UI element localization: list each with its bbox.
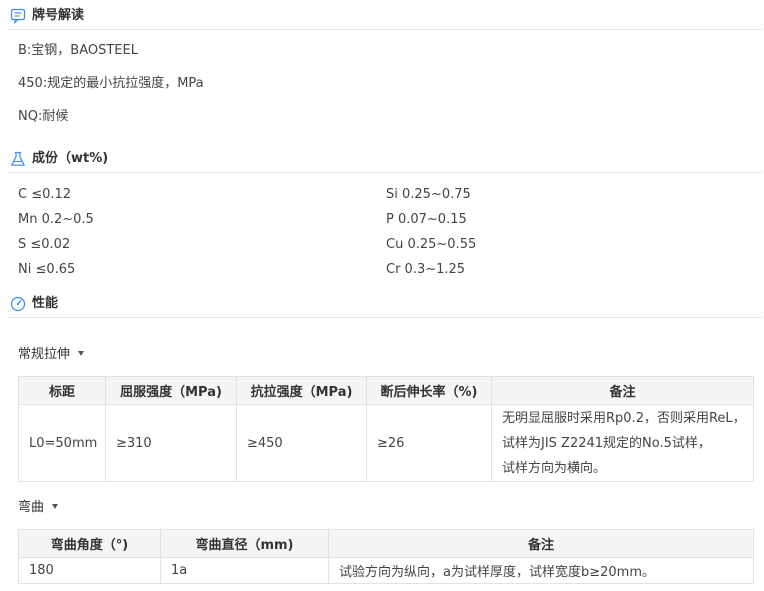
bending-cell-note: 试验方向为纵向，a为试样厚度，试样宽度b≥20mm。 — [328, 557, 754, 584]
bending-cell-angle: 180 — [18, 557, 161, 584]
bending-table: 弯曲角度（°) 弯曲直径（mm) 备注 180 1a 试验方向为纵向，a为试样厚… — [18, 529, 754, 584]
tensile-header-row: 标距 屈服强度（MPa) 抗拉强度（MPa) 断后伸长率（%) 备注 — [18, 376, 754, 405]
composition-s: S ≤0.02 — [18, 237, 71, 252]
section-properties-header: 性能 — [8, 296, 762, 318]
gauge-icon — [10, 296, 26, 312]
composition-c: C ≤0.12 — [18, 187, 72, 202]
tensile-note-line: 试样为JIS Z2241规定的No.5试样， — [502, 435, 711, 451]
table-row: 180 1a 试验方向为纵向，a为试样厚度，试样宽度b≥20mm。 — [18, 557, 754, 584]
caret-down-icon — [52, 504, 59, 509]
composition-cu: Cu 0.25~0.55 — [386, 237, 477, 252]
bending-header-diameter: 弯曲直径（mm) — [160, 529, 329, 558]
section-grade-title: 牌号解读 — [32, 8, 85, 23]
tensile-label: 常规拉伸 — [18, 347, 71, 362]
section-grade-header: 牌号解读 — [8, 8, 762, 30]
tensile-header-note: 备注 — [491, 376, 754, 405]
grade-line-strength: 450:规定的最小抗拉强度，MPa — [18, 76, 204, 91]
flask-icon — [11, 151, 25, 166]
composition-p: P 0.07~0.15 — [386, 212, 467, 227]
tensile-table: 标距 屈服强度（MPa) 抗拉强度（MPa) 断后伸长率（%) 备注 L0=50… — [18, 376, 754, 482]
tensile-toggle[interactable]: 常规拉伸 — [18, 347, 85, 363]
bending-header-angle: 弯曲角度（°) — [18, 529, 161, 558]
bending-header-note: 备注 — [328, 529, 754, 558]
section-composition-title: 成份（wt%) — [32, 151, 109, 166]
grade-line-brand: B:宝钢，BAOSTEEL — [18, 43, 138, 58]
tensile-cell-tensile: ≥450 — [236, 404, 367, 482]
caret-down-icon — [78, 351, 85, 356]
section-properties-title: 性能 — [32, 296, 59, 311]
tensile-cell-gauge: L0=50mm — [18, 404, 106, 482]
grade-line-weathering: NQ:耐候 — [18, 109, 69, 124]
tensile-header-tensile: 抗拉强度（MPa) — [236, 376, 367, 405]
tensile-note-line: 试样方向为横向。 — [502, 460, 607, 476]
bending-toggle[interactable]: 弯曲 — [18, 500, 59, 516]
section-composition-header: 成份（wt%) — [8, 151, 762, 173]
bending-header-row: 弯曲角度（°) 弯曲直径（mm) 备注 — [18, 529, 754, 558]
composition-ni: Ni ≤0.65 — [18, 262, 76, 277]
bending-cell-diameter: 1a — [160, 557, 329, 584]
composition-si: Si 0.25~0.75 — [386, 187, 471, 202]
tensile-cell-yield: ≥310 — [105, 404, 237, 482]
composition-mn: Mn 0.2~0.5 — [18, 212, 94, 227]
table-row: L0=50mm ≥310 ≥450 ≥26 无明显屈服时采用Rp0.2，否则采用… — [18, 404, 754, 482]
tensile-cell-elongation: ≥26 — [366, 404, 492, 482]
tensile-header-yield: 屈服强度（MPa) — [105, 376, 237, 405]
comment-box-icon — [10, 8, 26, 24]
tensile-header-elongation: 断后伸长率（%) — [366, 376, 492, 405]
composition-cr: Cr 0.3~1.25 — [386, 262, 466, 277]
bending-label: 弯曲 — [18, 500, 45, 515]
tensile-header-gauge: 标距 — [18, 376, 106, 405]
tensile-note-line: 无明显屈服时采用Rp0.2，否则采用ReL， — [502, 410, 746, 426]
tensile-cell-note: 无明显屈服时采用Rp0.2，否则采用ReL， 试样为JIS Z2241规定的No… — [491, 404, 754, 482]
